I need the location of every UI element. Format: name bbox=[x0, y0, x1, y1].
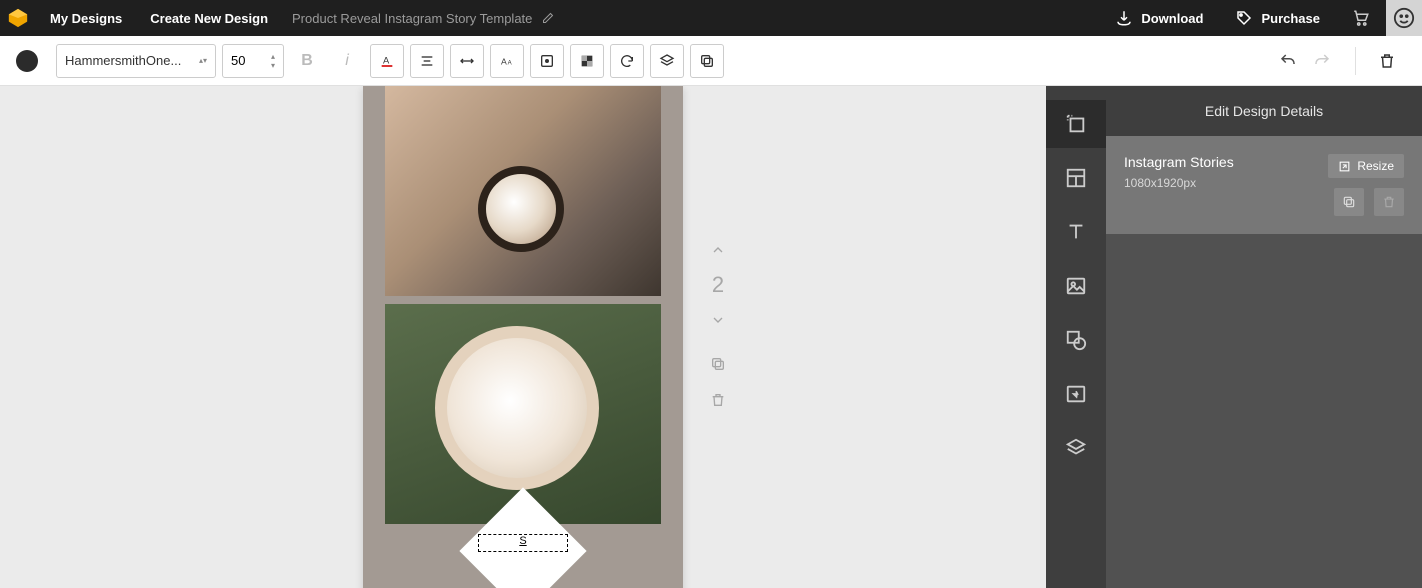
canvas-area[interactable]: S FEATURING 2 bbox=[0, 86, 1046, 588]
side-panel-title: Edit Design Details bbox=[1106, 86, 1422, 136]
page-number-label: 2 bbox=[712, 272, 724, 298]
design-title: Product Reveal Instagram Story Template bbox=[282, 11, 542, 26]
download-button[interactable]: Download bbox=[1099, 9, 1219, 27]
top-header: My Designs Create New Design Product Rev… bbox=[0, 0, 1422, 36]
resize-button[interactable]: Resize bbox=[1328, 154, 1404, 178]
page-up-icon[interactable] bbox=[710, 242, 726, 258]
duplicate-page-icon[interactable] bbox=[710, 356, 726, 372]
main-area: S FEATURING 2 bbox=[0, 86, 1422, 588]
text-toolbar: HammersmithOne... ▴▾ 50 ▴▾ B i A AA bbox=[0, 36, 1422, 86]
font-family-value: HammersmithOne... bbox=[65, 53, 181, 68]
spacing-button[interactable] bbox=[450, 44, 484, 78]
rail-images-icon[interactable] bbox=[1046, 262, 1106, 310]
canvas-page-2[interactable]: S bbox=[363, 86, 683, 588]
app-logo[interactable] bbox=[0, 0, 36, 36]
edit-title-icon[interactable] bbox=[542, 12, 554, 24]
font-size-value: 50 bbox=[231, 53, 245, 68]
delete-artboard-icon[interactable] bbox=[1374, 188, 1404, 216]
font-family-select[interactable]: HammersmithOne... ▴▾ bbox=[56, 44, 216, 78]
text-align-button[interactable] bbox=[410, 44, 444, 78]
history-controls bbox=[1267, 52, 1343, 70]
purchase-label: Purchase bbox=[1261, 11, 1320, 26]
redo-button[interactable] bbox=[1313, 52, 1331, 70]
font-select-stepper-icon: ▴▾ bbox=[199, 56, 207, 65]
undo-button[interactable] bbox=[1279, 52, 1297, 70]
right-rail bbox=[1046, 86, 1106, 588]
placeholder-image-watch-wrist[interactable] bbox=[385, 86, 661, 296]
rail-shapes-icon[interactable] bbox=[1046, 316, 1106, 364]
font-size-stepper-icon: ▴▾ bbox=[271, 52, 275, 70]
rail-favorites-icon[interactable] bbox=[1046, 370, 1106, 418]
side-panel: Edit Design Details Instagram Stories 10… bbox=[1106, 86, 1422, 588]
download-label: Download bbox=[1141, 11, 1203, 26]
italic-button[interactable]: i bbox=[330, 44, 364, 78]
my-designs-link[interactable]: My Designs bbox=[36, 11, 136, 26]
delete-button[interactable] bbox=[1368, 52, 1406, 70]
account-smiley-icon[interactable] bbox=[1386, 0, 1422, 36]
opacity-button[interactable] bbox=[570, 44, 604, 78]
toolbar-divider bbox=[1355, 47, 1356, 75]
text-color-swatch[interactable] bbox=[16, 50, 38, 72]
duplicate-button[interactable] bbox=[690, 44, 724, 78]
text-editing-box[interactable]: S bbox=[478, 534, 568, 552]
svg-text:A: A bbox=[383, 55, 390, 65]
purchase-button[interactable]: Purchase bbox=[1219, 9, 1336, 27]
delete-page-icon[interactable] bbox=[710, 392, 726, 408]
create-new-design-link[interactable]: Create New Design bbox=[136, 11, 282, 26]
rail-layers-icon[interactable] bbox=[1046, 424, 1106, 472]
resize-label: Resize bbox=[1357, 159, 1394, 173]
artboard-dimensions: 1080x1920px bbox=[1124, 176, 1234, 190]
svg-text:A: A bbox=[508, 60, 512, 66]
page-side-controls: 2 bbox=[710, 242, 726, 408]
artboard-title: Instagram Stories bbox=[1124, 154, 1234, 170]
rail-layouts-icon[interactable] bbox=[1046, 154, 1106, 202]
text-transform-button[interactable]: AA bbox=[490, 44, 524, 78]
svg-text:A: A bbox=[501, 56, 507, 66]
box-border-button[interactable] bbox=[530, 44, 564, 78]
cart-icon[interactable] bbox=[1336, 9, 1386, 27]
duplicate-artboard-icon[interactable] bbox=[1334, 188, 1364, 216]
font-color-button[interactable]: A bbox=[370, 44, 404, 78]
font-size-input[interactable]: 50 ▴▾ bbox=[222, 44, 284, 78]
page-down-icon[interactable] bbox=[710, 312, 726, 328]
rail-design-details-icon[interactable] bbox=[1046, 100, 1106, 148]
layers-button[interactable] bbox=[650, 44, 684, 78]
rail-text-icon[interactable] bbox=[1046, 208, 1106, 256]
artboard-card[interactable]: Instagram Stories 1080x1920px Resize bbox=[1106, 136, 1422, 234]
rotate-button[interactable] bbox=[610, 44, 644, 78]
bold-button[interactable]: B bbox=[290, 44, 324, 78]
